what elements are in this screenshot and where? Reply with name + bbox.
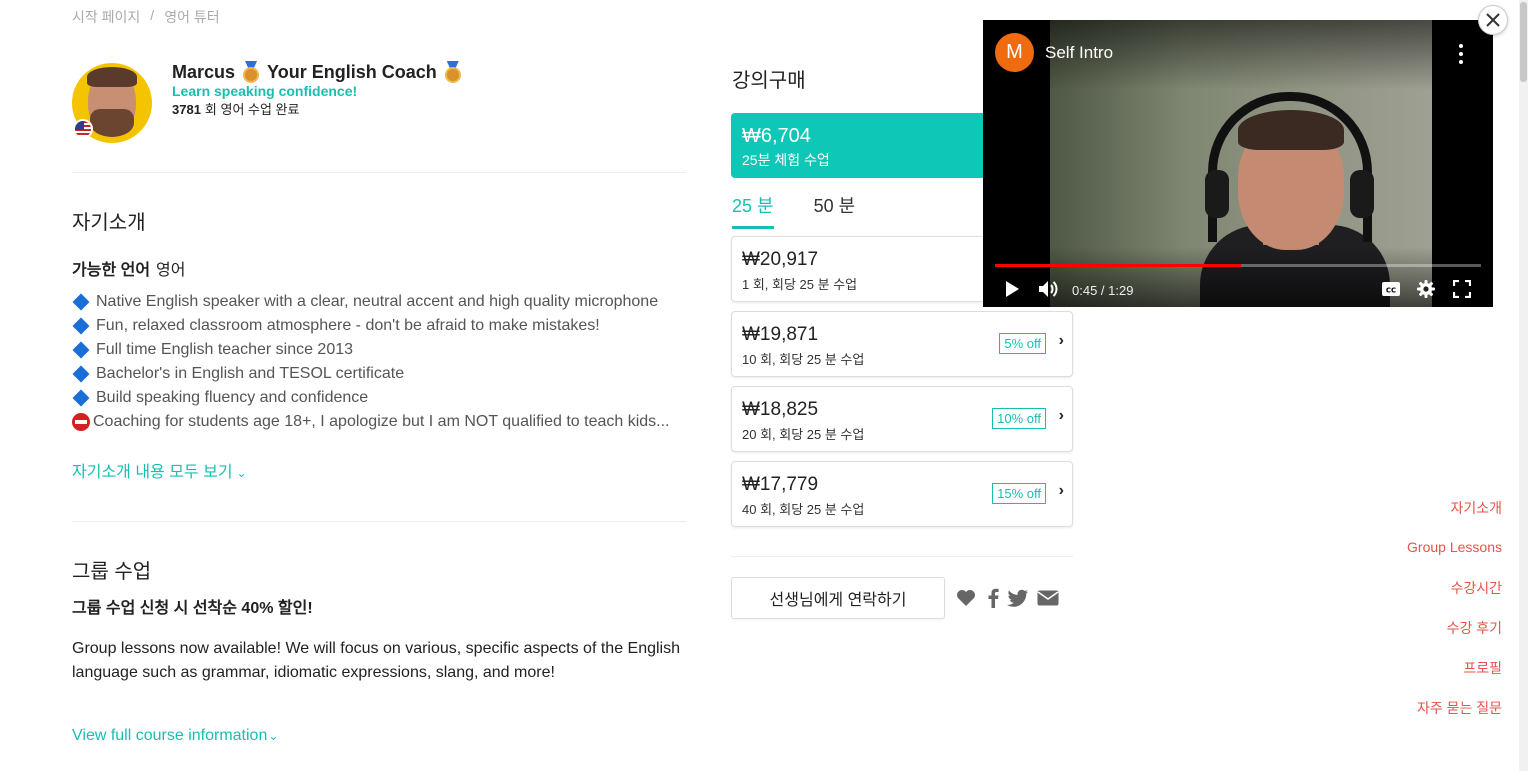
discount-badge: 5% off <box>999 333 1046 354</box>
divider <box>731 556 1073 557</box>
twitter-icon[interactable] <box>1007 587 1029 609</box>
languages-label: 가능한 언어 <box>72 262 151 279</box>
chevron-down-icon: ⌄ <box>268 729 279 743</box>
medal-icon <box>241 61 261 83</box>
video-progress-bar[interactable] <box>995 264 1481 267</box>
blue-diamond-icon <box>72 293 90 311</box>
breadcrumb: 시작 페이지 / 영어 튜터 <box>72 7 220 27</box>
intro-item-text: Build speaking fluency and confidence <box>96 389 369 406</box>
group-description: Group lessons now available! We will foc… <box>72 640 681 681</box>
tutor-headline: Your English Coach <box>267 61 437 82</box>
divider <box>72 521 686 522</box>
tab-25-min[interactable]: 25 분 <box>732 192 774 229</box>
scrollbar-thumb[interactable] <box>1520 2 1527 82</box>
volume-icon[interactable] <box>1037 278 1061 300</box>
blue-diamond-icon <box>72 317 90 335</box>
lesson-count-number: 3781 <box>172 102 201 117</box>
video-progress-fill <box>995 264 1241 267</box>
group-title: 그룹 수업 <box>72 561 152 583</box>
intro-title: 자기소개 <box>72 212 146 234</box>
list-item: Full time English teacher since 2013 <box>72 338 682 362</box>
list-item: Bachelor's in English and TESOL certific… <box>72 362 682 386</box>
lesson-count: 3781 회 영어 수업 완료 <box>172 99 299 118</box>
chevron-right-icon: › <box>1058 482 1064 499</box>
list-item: Coaching for students age 18+, I apologi… <box>72 410 682 434</box>
side-nav-schedule[interactable]: 수강시간 <box>1450 578 1502 598</box>
captions-icon[interactable]: CC <box>1380 278 1402 300</box>
video-player[interactable]: M Self Intro 0:45 / 1:29 CC <box>983 20 1493 307</box>
list-item: Fun, relaxed classroom atmosphere - don'… <box>72 314 682 338</box>
heart-icon[interactable] <box>955 587 977 609</box>
play-icon[interactable] <box>1001 278 1023 300</box>
fullscreen-icon[interactable] <box>1451 278 1473 300</box>
tutor-tagline: Learn speaking confidence! <box>172 83 358 99</box>
email-icon[interactable] <box>1037 587 1059 609</box>
list-item: Build speaking fluency and confidence <box>72 386 682 410</box>
video-time: 0:45 / 1:29 <box>1072 283 1134 298</box>
lesson-count-label: 회 영어 수업 완료 <box>204 102 300 117</box>
tab-50-min[interactable]: 50 분 <box>814 192 856 229</box>
discount-badge: 10% off <box>992 408 1046 429</box>
languages-value: 영어 <box>156 262 186 279</box>
intro-item-text: Full time English teacher since 2013 <box>96 341 354 358</box>
side-nav-intro[interactable]: 자기소개 <box>1450 498 1502 518</box>
side-nav-reviews[interactable]: 수강 후기 <box>1447 618 1502 638</box>
chevron-right-icon: › <box>1058 332 1064 349</box>
blue-diamond-icon <box>72 341 90 359</box>
facebook-icon[interactable] <box>982 587 1004 609</box>
languages: 가능한 언어 영어 <box>72 256 186 280</box>
svg-text:CC: CC <box>1386 287 1396 295</box>
intro-item-text: Native English speaker with a clear, neu… <box>96 293 659 310</box>
intro-item-text: Fun, relaxed classroom atmosphere - don'… <box>96 317 600 334</box>
blue-diamond-icon <box>72 389 90 407</box>
side-nav-profile[interactable]: 프로필 <box>1463 658 1502 678</box>
breadcrumb-current[interactable]: 영어 튜터 <box>164 7 219 27</box>
chevron-down-icon: ⌄ <box>236 466 247 480</box>
package-card[interactable]: ₩17,779 40 회, 회당 25 분 수업 15% off › <box>731 461 1073 527</box>
more-options-icon[interactable] <box>1459 42 1463 66</box>
tutor-name-row: Marcus Your English Coach <box>172 61 463 83</box>
view-course-label: View full course information <box>72 727 268 744</box>
see-all-intro-label: 자기소개 내용 모두 보기 <box>72 464 233 481</box>
package-card[interactable]: ₩18,825 20 회, 회당 25 분 수업 10% off › <box>731 386 1073 452</box>
group-lead: 그룹 수업 신청 시 선착순 40% 할인! <box>72 600 313 617</box>
divider <box>72 172 686 173</box>
package-card[interactable]: ₩19,871 10 회, 회당 25 분 수업 5% off › <box>731 311 1073 377</box>
close-video-button[interactable] <box>1478 5 1508 35</box>
chevron-right-icon: › <box>1058 407 1064 424</box>
blue-diamond-icon <box>72 365 90 383</box>
close-icon <box>1486 13 1500 27</box>
settings-gear-icon[interactable] <box>1415 278 1437 300</box>
see-all-intro-link[interactable]: 자기소개 내용 모두 보기 ⌄ <box>72 458 247 482</box>
scrollbar[interactable] <box>1519 0 1528 771</box>
view-course-link[interactable]: View full course information⌄ <box>72 727 278 745</box>
side-nav-group-lessons[interactable]: Group Lessons <box>1407 539 1502 555</box>
discount-badge: 15% off <box>992 483 1046 504</box>
tutor-name: Marcus <box>172 61 236 82</box>
breadcrumb-home[interactable]: 시작 페이지 <box>72 7 140 27</box>
channel-avatar[interactable]: M <box>995 33 1034 72</box>
us-flag-icon <box>73 119 93 139</box>
intro-list: Native English speaker with a clear, neu… <box>72 290 682 434</box>
purchase-title: 강의구매 <box>732 70 806 92</box>
intro-item-text: Coaching for students age 18+, I apologi… <box>93 413 670 430</box>
contact-teacher-button[interactable]: 선생님에게 연락하기 <box>731 577 945 619</box>
duration-tabs: 25 분 50 분 <box>732 192 855 229</box>
video-title[interactable]: Self Intro <box>1045 43 1113 63</box>
no-entry-icon <box>72 413 90 431</box>
list-item: Native English speaker with a clear, neu… <box>72 290 682 314</box>
breadcrumb-separator: / <box>150 7 155 23</box>
side-nav-faq[interactable]: 자주 묻는 질문 <box>1417 698 1502 718</box>
medal-icon <box>443 61 463 83</box>
intro-item-text: Bachelor's in English and TESOL certific… <box>96 365 405 382</box>
